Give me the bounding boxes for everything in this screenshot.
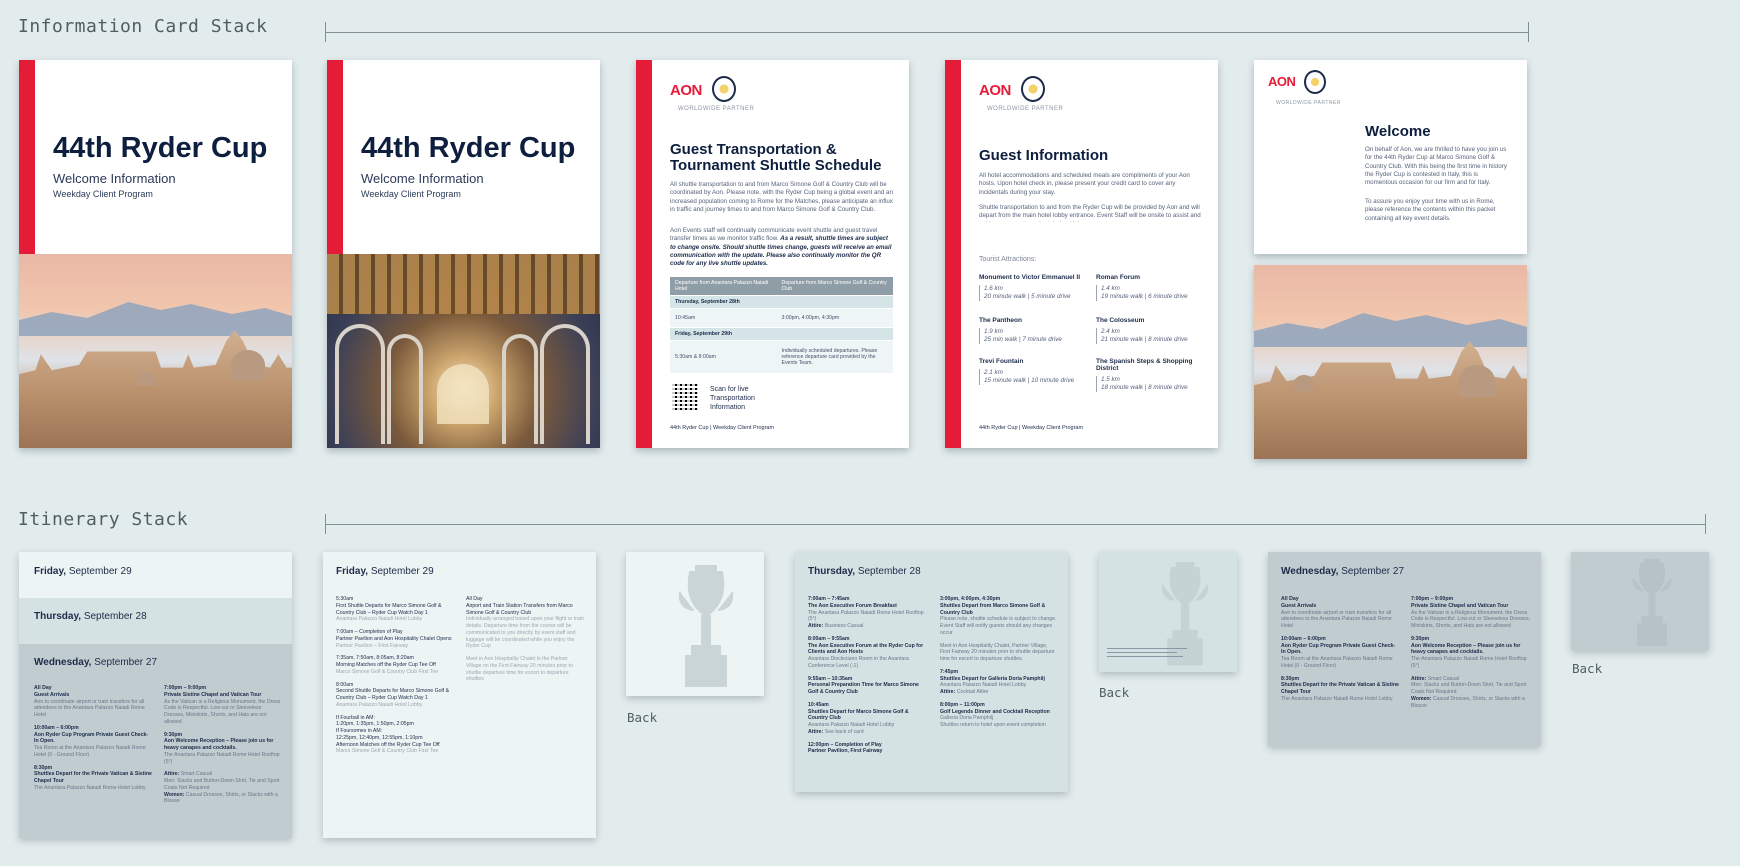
red-accent-bar bbox=[945, 60, 961, 448]
itinerary-back-thursday[interactable] bbox=[1099, 552, 1237, 672]
partner-label: WORLDWIDE PARTNER bbox=[678, 106, 755, 112]
day-row-friday: Friday, September 29th bbox=[675, 331, 732, 337]
cover-title: 44th Ryder Cup bbox=[53, 132, 268, 164]
itinerary-tab-wednesday[interactable]: Wednesday, September 27 All Day Guest Arr… bbox=[19, 644, 292, 838]
guest-info-p1: All hotel accommodations and scheduled m… bbox=[979, 172, 1190, 196]
transport-schedule-card[interactable]: AON WORLDWIDE PARTNER Guest Transportati… bbox=[636, 60, 909, 448]
back-label: Back bbox=[1572, 661, 1603, 676]
cover-subtitle: Welcome Information bbox=[361, 171, 484, 186]
itinerary-stack-stacked[interactable]: Friday, September 29 Thursday, September… bbox=[19, 552, 292, 838]
aon-logo: AON bbox=[670, 82, 702, 99]
card-footer: 44th Ryder Cup | Weekday Client Program bbox=[979, 425, 1084, 431]
itinerary-back-friday[interactable] bbox=[626, 552, 764, 696]
col-header-hotel: Departure from Anantara Palazzo Naiadi H… bbox=[675, 280, 769, 292]
qr-code-icon[interactable] bbox=[672, 384, 698, 410]
partner-label: WORLDWIDE PARTNER bbox=[1276, 100, 1341, 106]
ryder-cup-crest-icon bbox=[1304, 70, 1326, 94]
guest-information-card[interactable]: AON WORLDWIDE PARTNER Guest Information … bbox=[945, 60, 1218, 448]
trophy-icon bbox=[1632, 558, 1672, 646]
col-header-club: Departure from Marco Simone Golf & Count… bbox=[781, 280, 887, 292]
aon-logo: AON bbox=[979, 82, 1011, 99]
guest-info-title: Guest Information bbox=[979, 147, 1109, 164]
ryder-cup-crest-icon bbox=[712, 76, 736, 102]
basilica-interior-image bbox=[327, 254, 600, 448]
cover-card-rome[interactable]: 44th Ryder Cup Welcome Information Weekd… bbox=[19, 60, 292, 448]
attractions-label: Tourist Attractions: bbox=[979, 256, 1037, 263]
itinerary-card-friday[interactable]: Friday, September 29 5:30am First Shuttle… bbox=[323, 552, 596, 838]
welcome-p1: On behalf of Aon, we are thrilled to hav… bbox=[1365, 146, 1508, 187]
aon-logo: AON bbox=[1268, 74, 1296, 89]
table-cell: 3:00pm, 4:00pm, 4:30pm bbox=[781, 315, 840, 321]
partner-label: WORLDWIDE PARTNER bbox=[987, 106, 1064, 112]
attraction-item: Trevi Fountain 2.1 km 15 minute walk | 10… bbox=[979, 358, 1097, 386]
welcome-p2: To assure you enjoy your time with us in… bbox=[1365, 198, 1496, 222]
cover-title: 44th Ryder Cup bbox=[361, 132, 576, 164]
itinerary-card-thursday[interactable]: Thursday, September 28 7:00am – 7:45am Th… bbox=[795, 552, 1068, 792]
shuttle-table: Departure from Anantara Palazzo Naiadi H… bbox=[670, 277, 893, 374]
cover-card-basilica[interactable]: 44th Ryder Cup Welcome Information Weekd… bbox=[327, 60, 600, 448]
trophy-icon bbox=[678, 565, 734, 687]
itinerary-card-wednesday[interactable]: Wednesday, September 27 All Day Guest Arr… bbox=[1268, 552, 1541, 746]
itinerary-back-wednesday[interactable] bbox=[1571, 552, 1709, 650]
info-stack-title: Information Card Stack bbox=[18, 16, 268, 37]
day-row-thursday: Thursday, September 28th bbox=[675, 299, 740, 305]
transport-intro: All shuttle transportation to and from M… bbox=[670, 181, 893, 214]
table-cell: 5:30am & 8:00am bbox=[675, 354, 716, 360]
back-label: Back bbox=[627, 710, 658, 725]
ryder-cup-crest-icon bbox=[1021, 76, 1045, 102]
red-accent-bar bbox=[636, 60, 652, 448]
rome-skyline-image bbox=[1254, 265, 1527, 459]
card-footer: 44th Ryder Cup | Weekday Client Program bbox=[670, 425, 775, 431]
cover-program: Weekday Client Program bbox=[361, 189, 461, 199]
rome-skyline-image bbox=[19, 254, 292, 448]
red-accent-bar bbox=[19, 60, 35, 254]
itinerary-tab-friday[interactable]: Friday, September 29 bbox=[19, 552, 292, 598]
guest-info-p2: Shuttle transportation to and from the R… bbox=[979, 204, 1201, 222]
cover-subtitle: Welcome Information bbox=[53, 171, 176, 186]
welcome-title: Welcome bbox=[1365, 123, 1431, 140]
info-stack-rule bbox=[325, 22, 1529, 42]
divider bbox=[1107, 648, 1187, 649]
divider bbox=[1107, 656, 1183, 657]
attraction-item: Monument to Victor Emmanuel II 1.6 km 20 … bbox=[979, 274, 1097, 302]
qr-caption: Scan for live Transportation Information bbox=[710, 386, 755, 411]
itinerary-stack-title: Itinerary Stack bbox=[18, 509, 189, 530]
table-cell: 10:45am bbox=[675, 315, 696, 321]
red-accent-bar bbox=[327, 60, 343, 254]
attraction-item: The Spanish Steps & Shopping District 1.… bbox=[1096, 358, 1206, 393]
attraction-item: The Pantheon 1.9 km 25 min walk | 7 minut… bbox=[979, 317, 1097, 345]
divider bbox=[1107, 652, 1177, 653]
table-cell: Individually scheduled departures. Pleas… bbox=[781, 348, 878, 366]
cover-program: Weekday Client Program bbox=[53, 189, 153, 199]
transport-title: Guest Transportation & Tournament Shuttl… bbox=[670, 141, 882, 174]
welcome-card[interactable]: AON WORLDWIDE PARTNER Welcome On behalf … bbox=[1254, 60, 1527, 254]
welcome-photo-card[interactable] bbox=[1254, 265, 1527, 459]
itinerary-stack-rule bbox=[325, 514, 1706, 534]
attraction-item: Roman Forum 1.4 km 19 minute walk | 6 min… bbox=[1096, 274, 1206, 302]
attraction-item: The Colosseum 2.4 km 21 minute walk | 8 m… bbox=[1096, 317, 1206, 345]
back-label: Back bbox=[1099, 685, 1130, 700]
itinerary-tab-thursday[interactable]: Thursday, September 28 bbox=[19, 598, 292, 644]
